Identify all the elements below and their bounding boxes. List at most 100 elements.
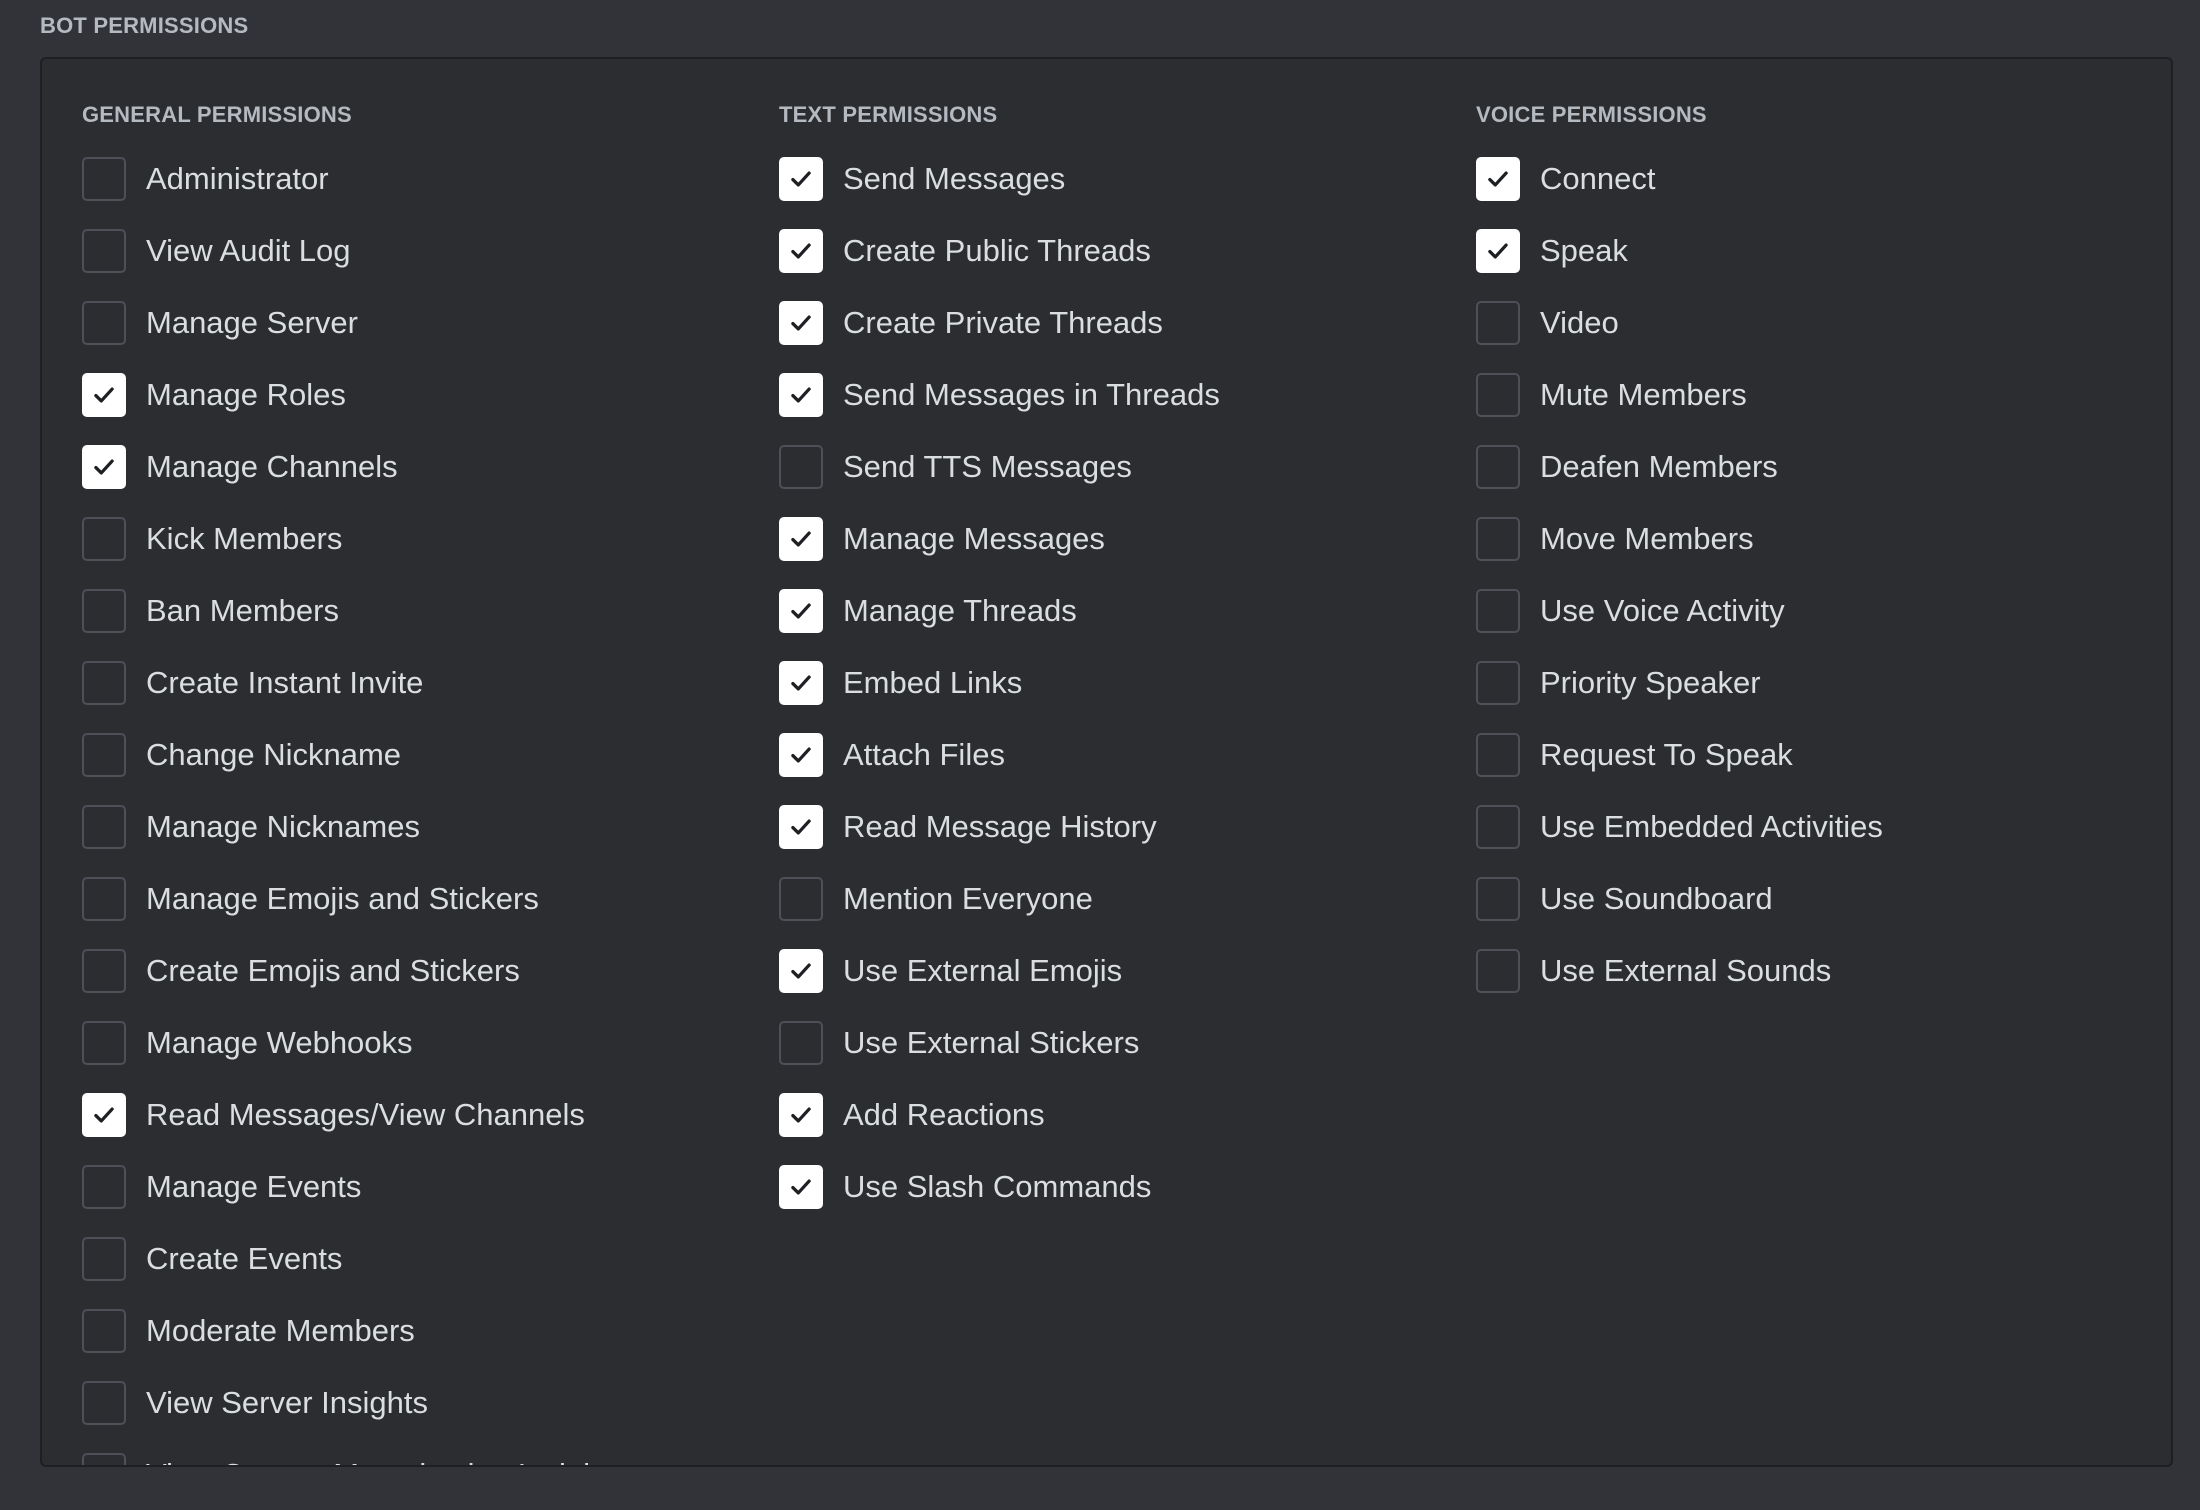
permission-manage-threads[interactable]: Manage Threads bbox=[779, 575, 1220, 647]
permission-mute-members[interactable]: Mute Members bbox=[1476, 359, 1883, 431]
permission-label: Manage Emojis and Stickers bbox=[146, 881, 539, 916]
permission-checkbox[interactable] bbox=[779, 661, 823, 705]
permission-checkbox[interactable] bbox=[779, 157, 823, 201]
permission-change-nickname[interactable]: Change Nickname bbox=[82, 719, 624, 791]
permission-video[interactable]: Video bbox=[1476, 287, 1883, 359]
permission-send-messages-in-threads[interactable]: Send Messages in Threads bbox=[779, 359, 1220, 431]
permission-checkbox[interactable] bbox=[1476, 661, 1520, 705]
permission-use-voice-activity[interactable]: Use Voice Activity bbox=[1476, 575, 1883, 647]
permission-create-events[interactable]: Create Events bbox=[82, 1223, 624, 1295]
permission-add-reactions[interactable]: Add Reactions bbox=[779, 1079, 1220, 1151]
permission-use-embedded-activities[interactable]: Use Embedded Activities bbox=[1476, 791, 1883, 863]
permission-checkbox[interactable] bbox=[779, 1093, 823, 1137]
permission-deafen-members[interactable]: Deafen Members bbox=[1476, 431, 1883, 503]
permission-checkbox[interactable] bbox=[82, 373, 126, 417]
permission-embed-links[interactable]: Embed Links bbox=[779, 647, 1220, 719]
permission-checkbox[interactable] bbox=[82, 733, 126, 777]
permission-checkbox[interactable] bbox=[779, 301, 823, 345]
permission-checkbox[interactable] bbox=[779, 445, 823, 489]
permission-manage-events[interactable]: Manage Events bbox=[82, 1151, 624, 1223]
permission-view-server-insights[interactable]: View Server Insights bbox=[82, 1367, 624, 1439]
permission-create-public-threads[interactable]: Create Public Threads bbox=[779, 215, 1220, 287]
permission-manage-webhooks[interactable]: Manage Webhooks bbox=[82, 1007, 624, 1079]
permission-checkbox[interactable] bbox=[779, 517, 823, 561]
permission-label: Read Messages/View Channels bbox=[146, 1097, 585, 1132]
permission-use-external-emojis[interactable]: Use External Emojis bbox=[779, 935, 1220, 1007]
permission-manage-server[interactable]: Manage Server bbox=[82, 287, 624, 359]
permission-priority-speaker[interactable]: Priority Speaker bbox=[1476, 647, 1883, 719]
permission-ban-members[interactable]: Ban Members bbox=[82, 575, 624, 647]
permission-send-tts-messages[interactable]: Send TTS Messages bbox=[779, 431, 1220, 503]
permission-manage-channels[interactable]: Manage Channels bbox=[82, 431, 624, 503]
permission-manage-emojis-and-stickers[interactable]: Manage Emojis and Stickers bbox=[82, 863, 624, 935]
permission-checkbox[interactable] bbox=[779, 229, 823, 273]
permission-use-external-stickers[interactable]: Use External Stickers bbox=[779, 1007, 1220, 1079]
permission-move-members[interactable]: Move Members bbox=[1476, 503, 1883, 575]
permission-checkbox[interactable] bbox=[779, 949, 823, 993]
permission-checkbox[interactable] bbox=[1476, 157, 1520, 201]
permission-checkbox[interactable] bbox=[1476, 229, 1520, 273]
permission-view-audit-log[interactable]: View Audit Log bbox=[82, 215, 624, 287]
permission-use-slash-commands[interactable]: Use Slash Commands bbox=[779, 1151, 1220, 1223]
permission-checkbox[interactable] bbox=[82, 1165, 126, 1209]
permission-checkbox[interactable] bbox=[779, 805, 823, 849]
permission-checkbox[interactable] bbox=[82, 1381, 126, 1425]
permission-checkbox[interactable] bbox=[779, 733, 823, 777]
checkmark-icon bbox=[791, 243, 811, 259]
permission-checkbox[interactable] bbox=[1476, 589, 1520, 633]
permission-checkbox[interactable] bbox=[1476, 445, 1520, 489]
permission-administrator[interactable]: Administrator bbox=[82, 143, 624, 215]
permission-read-message-history[interactable]: Read Message History bbox=[779, 791, 1220, 863]
permission-checkbox[interactable] bbox=[82, 589, 126, 633]
permission-kick-members[interactable]: Kick Members bbox=[82, 503, 624, 575]
checkmark-icon bbox=[1488, 243, 1508, 259]
permission-checkbox[interactable] bbox=[82, 949, 126, 993]
permission-moderate-members[interactable]: Moderate Members bbox=[82, 1295, 624, 1367]
permission-checkbox[interactable] bbox=[779, 877, 823, 921]
checkmark-icon bbox=[791, 531, 811, 547]
permission-attach-files[interactable]: Attach Files bbox=[779, 719, 1220, 791]
permission-checkbox[interactable] bbox=[1476, 301, 1520, 345]
permission-checkbox[interactable] bbox=[82, 1453, 126, 1465]
permission-checkbox[interactable] bbox=[82, 877, 126, 921]
permission-checkbox[interactable] bbox=[82, 229, 126, 273]
permission-send-messages[interactable]: Send Messages bbox=[779, 143, 1220, 215]
permission-checkbox[interactable] bbox=[1476, 517, 1520, 561]
permission-checkbox[interactable] bbox=[779, 373, 823, 417]
permission-create-emojis-and-stickers[interactable]: Create Emojis and Stickers bbox=[82, 935, 624, 1007]
permission-checkbox[interactable] bbox=[82, 157, 126, 201]
permission-checkbox[interactable] bbox=[82, 517, 126, 561]
permission-label: Manage Events bbox=[146, 1169, 362, 1204]
permission-checkbox[interactable] bbox=[82, 661, 126, 705]
permission-checkbox[interactable] bbox=[82, 1309, 126, 1353]
permission-create-instant-invite[interactable]: Create Instant Invite bbox=[82, 647, 624, 719]
permission-speak[interactable]: Speak bbox=[1476, 215, 1883, 287]
permission-connect[interactable]: Connect bbox=[1476, 143, 1883, 215]
permission-checkbox[interactable] bbox=[82, 805, 126, 849]
permission-use-soundboard[interactable]: Use Soundboard bbox=[1476, 863, 1883, 935]
permission-checkbox[interactable] bbox=[779, 1021, 823, 1065]
permission-manage-roles[interactable]: Manage Roles bbox=[82, 359, 624, 431]
permission-checkbox[interactable] bbox=[82, 1021, 126, 1065]
permission-manage-messages[interactable]: Manage Messages bbox=[779, 503, 1220, 575]
permission-create-private-threads[interactable]: Create Private Threads bbox=[779, 287, 1220, 359]
permission-checkbox[interactable] bbox=[1476, 373, 1520, 417]
permission-checkbox[interactable] bbox=[82, 301, 126, 345]
permission-checkbox[interactable] bbox=[1476, 733, 1520, 777]
permission-label: View Creator Monetization Insights bbox=[146, 1457, 624, 1465]
permission-view-creator-monetization-insights[interactable]: View Creator Monetization Insights bbox=[82, 1439, 624, 1465]
permission-checkbox[interactable] bbox=[82, 445, 126, 489]
permission-checkbox[interactable] bbox=[779, 1165, 823, 1209]
permission-checkbox[interactable] bbox=[82, 1093, 126, 1137]
permission-mention-everyone[interactable]: Mention Everyone bbox=[779, 863, 1220, 935]
permission-checkbox[interactable] bbox=[779, 589, 823, 633]
permission-manage-nicknames[interactable]: Manage Nicknames bbox=[82, 791, 624, 863]
permission-checkbox[interactable] bbox=[1476, 805, 1520, 849]
permission-request-to-speak[interactable]: Request To Speak bbox=[1476, 719, 1883, 791]
checkmark-icon bbox=[791, 171, 811, 187]
permission-checkbox[interactable] bbox=[82, 1237, 126, 1281]
permission-read-messages-view-channels[interactable]: Read Messages/View Channels bbox=[82, 1079, 624, 1151]
permission-use-external-sounds[interactable]: Use External Sounds bbox=[1476, 935, 1883, 1007]
permission-checkbox[interactable] bbox=[1476, 877, 1520, 921]
permission-checkbox[interactable] bbox=[1476, 949, 1520, 993]
